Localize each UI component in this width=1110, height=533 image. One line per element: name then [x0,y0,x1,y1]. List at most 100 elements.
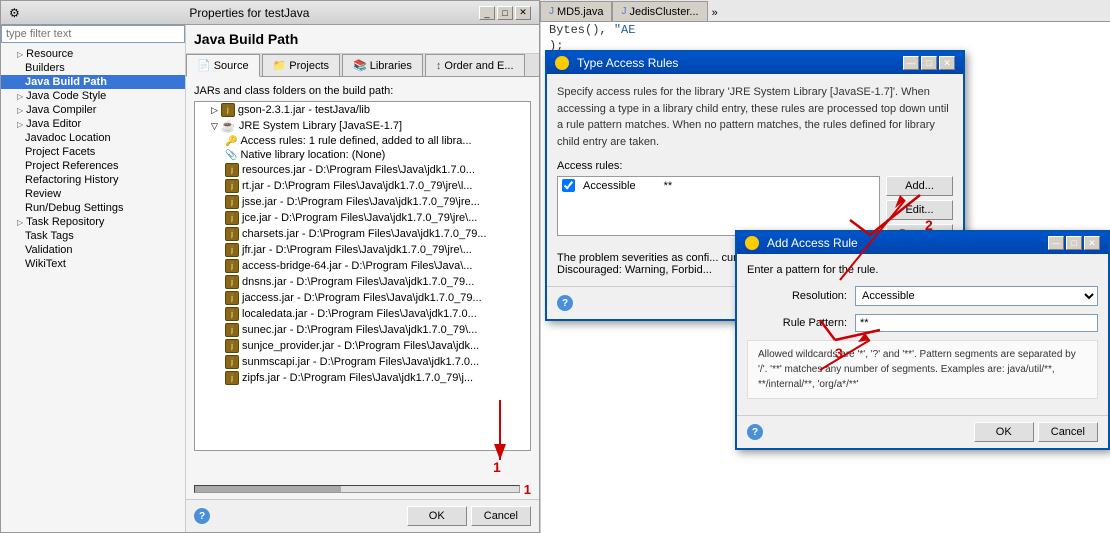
sidebar-item-review[interactable]: Review [1,187,185,201]
cancel-button[interactable]: Cancel [1038,422,1098,442]
maximize-button[interactable]: □ [497,6,513,20]
tree-row[interactable]: ▽ ☕ JRE System Library [JavaSE-1.7] [195,118,530,134]
tab-source[interactable]: 📄 Source [186,54,260,77]
sidebar-item-java-compiler[interactable]: ▷ Java Compiler [1,103,185,117]
tree-row[interactable]: j dnsns.jar - D:\Program Files\Java\jdk1… [195,274,530,290]
jar-icon: j [225,259,239,273]
tree-row[interactable]: j jfr.jar - D:\Program Files\Java\jdk1.7… [195,242,530,258]
sidebar-item-java-editor[interactable]: ▷ Java Editor [1,117,185,131]
maximize-button[interactable]: □ [921,56,937,70]
tree-row[interactable]: j jce.jar - D:\Program Files\Java\jdk1.7… [195,210,530,226]
filter-input[interactable] [1,25,185,43]
expand-icon: ▽ [211,121,218,132]
jre-icon: ☕ [221,119,236,133]
jar-icon: j [225,371,239,385]
sidebar-item-java-code-style[interactable]: ▷ Java Code Style [1,89,185,103]
add-access-rule-dialog: Add Access Rule — □ ✕ Enter a pattern fo… [735,230,1110,450]
jar-icon: j [225,227,239,241]
tree-row[interactable]: j access-bridge-64.jar - D:\Program File… [195,258,530,274]
resolution-select[interactable]: Accessible [855,286,1098,306]
sidebar-item-task-tags[interactable]: Task Tags [1,229,185,243]
tree-row[interactable]: j rt.jar - D:\Program Files\Java\jdk1.7.… [195,178,530,194]
minimize-button[interactable]: — [903,56,919,70]
ok-button[interactable]: OK [974,422,1034,442]
content-area: JARs and class folders on the build path… [186,77,539,459]
help-button[interactable]: ? [194,508,210,524]
editor-tab-jedis[interactable]: J JedisCluster... [612,1,707,21]
panel-title: Java Build Path [186,25,539,54]
expand-icon: ▷ [17,50,23,59]
sidebar-item-javadoc[interactable]: Javadoc Location [1,131,185,145]
tab-libraries[interactable]: 📚 Libraries [342,54,423,76]
expand-icon: ▷ [17,218,23,227]
add-button[interactable]: Add... [886,176,953,196]
hint-text: Allowed wildcards are '*', '?' and '**'.… [747,340,1098,399]
rule-pattern-input[interactable] [855,314,1098,332]
cancel-button[interactable]: Cancel [471,506,531,526]
ok-button[interactable]: OK [407,506,467,526]
editor-tab-md5[interactable]: J MD5.java [540,1,612,21]
tree-row[interactable]: 🔑 Access rules: 1 rule defined, added to… [195,134,530,148]
sidebar-item-project-references[interactable]: Project References [1,159,185,173]
pattern-label: ** [664,180,673,192]
jar-icon: j [225,195,239,209]
enter-pattern-label: Enter a pattern for the rule. [747,264,1098,276]
add-rule-title: Add Access Rule [767,236,858,250]
tree-row[interactable]: j sunmscapi.jar - D:\Program Files\Java\… [195,354,530,370]
add-rule-footer: ? OK Cancel [737,415,1108,448]
tree-row[interactable]: j localedata.jar - D:\Program Files\Java… [195,306,530,322]
dialog-icon [745,236,759,250]
edit-button[interactable]: Edit... [886,200,953,220]
native-icon: 📎 [225,150,237,161]
close-button[interactable]: ✕ [1084,236,1100,250]
tree-row[interactable]: 📎 Native library location: (None) [195,148,530,162]
add-rule-title-bar: Add Access Rule — □ ✕ [737,232,1108,254]
tree-row[interactable]: j resources.jar - D:\Program Files\Java\… [195,162,530,178]
scrollbar-track[interactable] [194,485,520,493]
help-icon[interactable]: ? [747,424,763,440]
tab-order[interactable]: ↕ Order and E... [425,54,525,76]
add-rule-body: Enter a pattern for the rule. Resolution… [737,254,1108,415]
build-path-label: JARs and class folders on the build path… [194,85,531,97]
minimize-button[interactable]: — [1048,236,1064,250]
sidebar-item-task-repository[interactable]: ▷ Task Repository [1,215,185,229]
tree-row[interactable]: ▷ j gson-2.3.1.jar - testJava/lib [195,102,530,118]
window-title: Properties for testJava [20,6,479,20]
left-panel: ▷ Resource Builders Java Build Path ▷ Ja… [1,25,186,532]
expand-icon: ▷ [211,105,218,116]
tree-row[interactable]: j charsets.jar - D:\Program Files\Java\j… [195,226,530,242]
jar-icon: j [225,243,239,257]
sidebar-item-resource[interactable]: ▷ Resource [1,47,185,61]
close-button[interactable]: ✕ [939,56,955,70]
sidebar-item-validation[interactable]: Validation [1,243,185,257]
access-rules-icon: 🔑 [225,136,237,147]
title-bar: ⚙ Properties for testJava _ □ ✕ [1,1,539,25]
minimize-button[interactable]: _ [479,6,495,20]
close-button[interactable]: ✕ [515,6,531,20]
maximize-button[interactable]: □ [1066,236,1082,250]
dialog-icon [555,56,569,70]
tabs-bar: 📄 Source 📁 Projects 📚 Libraries ↕ Order … [186,54,539,77]
tab-projects[interactable]: 📁 Projects [262,54,340,76]
tree-row[interactable]: j sunjce_provider.jar - D:\Program Files… [195,338,530,354]
sidebar-item-java-build-path[interactable]: Java Build Path [1,75,185,89]
tree-row[interactable]: j zipfs.jar - D:\Program Files\Java\jdk1… [195,370,530,386]
tree-row[interactable]: j jaccess.jar - D:\Program Files\Java\jd… [195,290,530,306]
code-line: Bytes(), "AE [541,22,1110,38]
sidebar-item-wikitext[interactable]: WikiText [1,257,185,271]
sidebar-item-run-debug[interactable]: Run/Debug Settings [1,201,185,215]
tree-row[interactable]: j jsse.jar - D:\Program Files\Java\jdk1.… [195,194,530,210]
jar-tree[interactable]: ▷ j gson-2.3.1.jar - testJava/lib ▽ ☕ JR… [194,101,531,451]
dialog-title: Type Access Rules [577,56,678,70]
app-icon: ⚙ [9,6,20,20]
accessible-checkbox[interactable] [562,179,575,192]
more-tabs-icon[interactable]: » [708,5,722,21]
sidebar-item-refactoring[interactable]: Refactoring History [1,173,185,187]
tree-row[interactable]: j sunec.jar - D:\Program Files\Java\jdk1… [195,322,530,338]
sidebar-item-builders[interactable]: Builders [1,61,185,75]
sidebar-item-project-facets[interactable]: Project Facets [1,145,185,159]
help-icon[interactable]: ? [557,295,573,311]
jar-icon: j [225,291,239,305]
jar-icon: j [225,179,239,193]
order-tab-icon: ↕ [436,60,442,72]
